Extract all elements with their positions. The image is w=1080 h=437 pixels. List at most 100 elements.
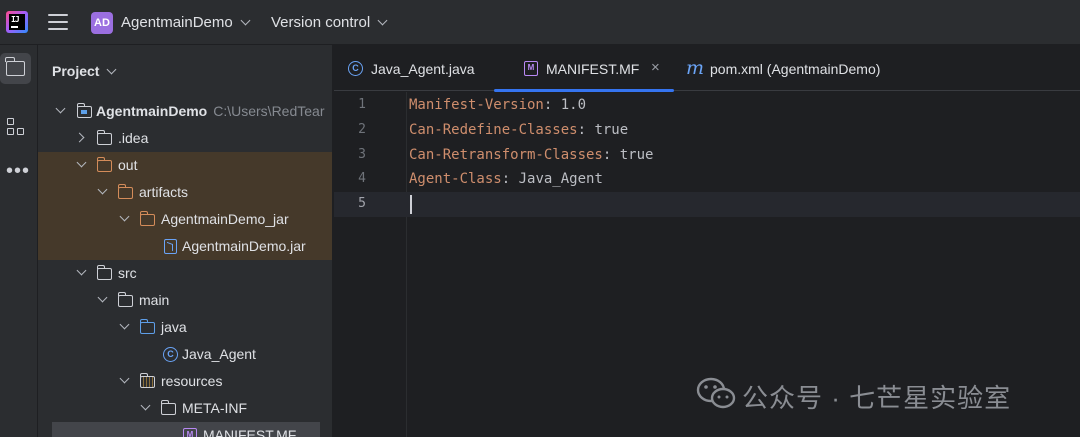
tree-label: resources	[161, 373, 223, 389]
tab-label: pom.xml (AgentmainDemo)	[710, 61, 881, 77]
version-control-label: Version control	[271, 14, 371, 31]
project-switcher[interactable]: AgentmainDemo	[121, 14, 251, 31]
editor-tabs: C Java_Agent.java M MANIFEST.MF × m pom.…	[334, 45, 1080, 92]
line-number: 5	[358, 196, 366, 211]
excluded-folder-icon	[117, 184, 133, 199]
manifest-value: true	[586, 122, 629, 138]
excluded-folder-icon	[96, 157, 112, 172]
code-line[interactable]: 3 Can-Retransform-Classes: true	[334, 143, 1080, 168]
expand-arrow-icon[interactable]	[97, 292, 108, 303]
structure-tool-button[interactable]	[0, 112, 31, 143]
manifest-value: Java_Agent	[510, 171, 603, 187]
tree-item-java[interactable]: java	[38, 314, 332, 341]
collapse-arrow-icon[interactable]	[74, 132, 85, 143]
jar-file-icon	[164, 239, 177, 254]
manifest-icon: M	[183, 428, 197, 437]
tree-label: AgentmainDemo_jar	[161, 211, 289, 227]
code-line[interactable]: 2 Can-Redefine-Classes: true	[334, 118, 1080, 143]
tree-item-agentmaindemo[interactable]: AgentmainDemo C:\Users\RedTear	[38, 98, 332, 125]
line-number: 2	[358, 122, 366, 137]
tree-item-main[interactable]: main	[38, 287, 332, 314]
more-tools-button[interactable]: •••	[0, 155, 31, 186]
excluded-folder-icon	[139, 211, 155, 226]
tree-item-agentmaindemo-jar-folder[interactable]: AgentmainDemo_jar	[38, 206, 332, 233]
expand-arrow-icon[interactable]	[140, 400, 151, 411]
expand-arrow-icon[interactable]	[119, 211, 130, 222]
tool-window-strip: •••	[0, 45, 38, 437]
structure-icon	[7, 118, 14, 125]
manifest-key: Agent-Class	[409, 171, 502, 187]
folder-icon	[96, 130, 112, 145]
main-menu-icon[interactable]	[48, 14, 68, 30]
tree-item-agentmaindemo-jar[interactable]: AgentmainDemo.jar	[38, 233, 332, 260]
version-control-menu[interactable]: Version control	[271, 14, 388, 31]
module-folder-icon	[76, 103, 92, 118]
tree-item-manifest[interactable]: M MANIFEST.MF	[52, 422, 320, 437]
tree-label: java	[161, 319, 187, 335]
chevron-down-icon	[377, 15, 388, 26]
code-line-current[interactable]: 5	[334, 192, 1080, 217]
tree-label: AgentmainDemo.jar	[182, 238, 306, 254]
project-badge[interactable]: AD	[91, 12, 113, 34]
tree-label: main	[139, 292, 170, 308]
tree-item-src[interactable]: src	[38, 260, 332, 287]
tree-label: src	[118, 265, 137, 281]
expand-arrow-icon[interactable]	[119, 319, 130, 330]
panel-title: Project	[52, 63, 100, 79]
more-icon: •••	[6, 160, 31, 182]
expand-arrow-icon[interactable]	[97, 184, 108, 195]
tree-item-resources[interactable]: resources	[38, 368, 332, 395]
expand-arrow-icon[interactable]	[119, 373, 130, 384]
tree-item-artifacts[interactable]: artifacts	[38, 179, 332, 206]
intellij-logo-icon[interactable]: IJ	[6, 11, 28, 33]
tree-label: out	[118, 157, 138, 173]
wechat-icon	[696, 377, 736, 409]
tab-manifest[interactable]: M MANIFEST.MF ×	[494, 45, 674, 92]
manifest-icon: M	[524, 61, 538, 76]
resources-folder-icon	[139, 373, 155, 388]
expand-arrow-icon[interactable]	[76, 265, 87, 276]
chevron-down-icon	[107, 64, 117, 75]
tab-pom-xml[interactable]: m pom.xml (AgentmainDemo)	[674, 45, 904, 91]
title-bar: IJ AD AgentmainDemo Version control	[0, 0, 1080, 45]
line-number: 3	[358, 147, 366, 162]
tab-label: MANIFEST.MF	[546, 61, 640, 77]
project-panel: Project AgentmainDemo C:\Users\RedTear .i…	[38, 45, 333, 437]
project-name: AgentmainDemo	[121, 14, 233, 31]
tree-label: .idea	[118, 130, 149, 146]
manifest-key: Can-Redefine-Classes	[409, 122, 578, 138]
line-number: 1	[358, 97, 366, 112]
close-icon[interactable]: ×	[651, 59, 660, 76]
code-line[interactable]: 1 Manifest-Version: 1.0	[334, 93, 1080, 118]
line-number: 4	[358, 171, 366, 186]
tree-path: C:\Users\RedTear	[213, 103, 325, 119]
tree-label: MANIFEST.MF	[203, 427, 297, 437]
tree-label: META-INF	[182, 400, 248, 416]
maven-icon: m	[686, 57, 705, 79]
tree-item-java-agent[interactable]: C Java_Agent	[38, 341, 332, 368]
watermark-text: 公众号 · 七芒星实验室	[742, 383, 1012, 413]
folder-icon	[5, 57, 25, 76]
tab-java-agent[interactable]: C Java_Agent.java	[334, 45, 502, 91]
project-panel-header[interactable]: Project	[52, 63, 117, 79]
manifest-value: true	[611, 147, 654, 163]
text-caret	[410, 195, 412, 214]
manifest-key: Manifest-Version	[409, 97, 544, 113]
project-tool-button[interactable]	[0, 53, 31, 84]
tree-label: Java_Agent	[182, 346, 256, 362]
expand-arrow-icon[interactable]	[76, 157, 87, 168]
tab-label: Java_Agent.java	[371, 61, 475, 77]
java-class-icon: C	[163, 347, 178, 362]
manifest-key: Can-Retransform-Classes	[409, 147, 603, 163]
tree-item-meta-inf[interactable]: META-INF	[38, 395, 332, 422]
source-folder-icon	[139, 319, 155, 334]
tree-item-out[interactable]: out	[38, 152, 332, 179]
folder-icon	[160, 400, 176, 415]
java-class-icon: C	[348, 61, 363, 76]
folder-icon	[117, 292, 133, 307]
tree-item-idea[interactable]: .idea	[38, 125, 332, 152]
tree-label: AgentmainDemo	[96, 103, 208, 119]
manifest-value: 1.0	[552, 97, 587, 113]
expand-arrow-icon[interactable]	[55, 103, 66, 114]
code-line[interactable]: 4 Agent-Class: Java_Agent	[334, 167, 1080, 192]
